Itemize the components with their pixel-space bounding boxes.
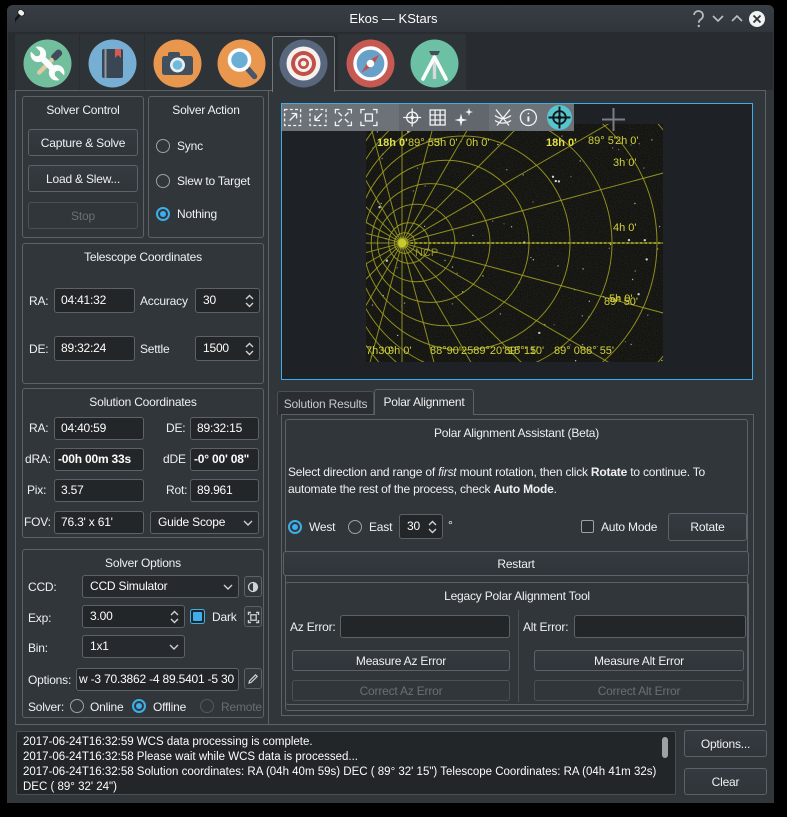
svg-text:2h 0': 2h 0'	[615, 135, 639, 147]
svg-text:18h 0': 18h 0'	[377, 137, 408, 149]
svg-text:89° 5': 89° 5'	[588, 135, 616, 147]
svg-text:3h 0': 3h 0'	[434, 137, 458, 149]
svg-text:3h 0': 3h 0'	[613, 157, 637, 169]
svg-text:18h 0': 18h 0'	[546, 137, 577, 149]
svg-text:89° 0': 89° 0'	[554, 345, 582, 357]
svg-text:0h 0': 0h 0'	[466, 137, 490, 149]
svg-text:9h 0': 9h 0'	[388, 345, 412, 357]
svg-text:5h 0': 5h 0'	[609, 293, 633, 305]
svg-text:88° 55': 88° 55'	[580, 345, 614, 357]
svg-text:15°' 10': 15°' 10'	[508, 345, 544, 357]
svg-text:NCP: NCP	[415, 247, 438, 259]
svg-text:4h 0': 4h 0'	[613, 222, 637, 234]
